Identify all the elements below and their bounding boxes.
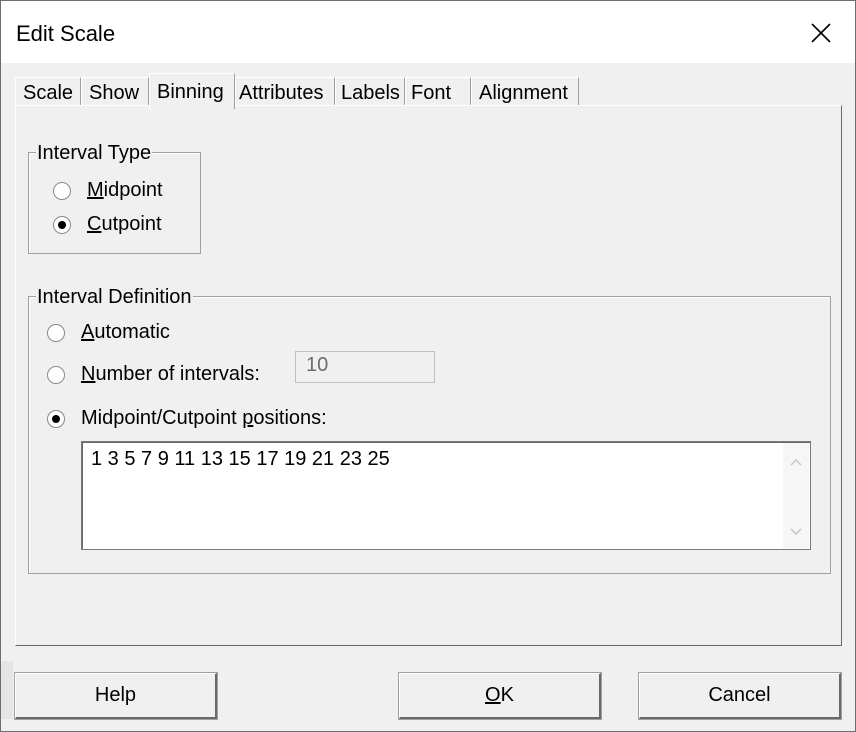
interval-definition-group: Interval Definition Automatic Number of … — [28, 285, 831, 574]
tab-show[interactable]: Show — [81, 77, 149, 107]
positions-textarea[interactable]: 1 3 5 7 9 11 13 15 17 19 21 23 25 — [81, 441, 811, 550]
interval-type-group: Interval Type Midpoint Cutpoint — [28, 141, 201, 254]
positions-radio[interactable]: Midpoint/Cutpoint positions: — [47, 407, 327, 430]
tab-label: Alignment — [479, 82, 568, 104]
ok-button[interactable]: OK — [398, 672, 602, 720]
window-edge — [1, 661, 13, 719]
automatic-radio[interactable]: Automatic — [47, 321, 170, 344]
tab-label: Font — [411, 82, 452, 104]
tab-attributes[interactable]: Attributes — [235, 77, 335, 107]
help-label: Help — [94, 684, 137, 706]
radio-circle[interactable] — [47, 365, 65, 384]
cancel-label: Cancel — [708, 684, 771, 706]
edit-scale-dialog: Edit Scale Scale Show Binning Attributes… — [0, 0, 856, 732]
midpoint-radio[interactable]: Midpoint — [53, 179, 163, 202]
dialog-title: Edit Scale — [16, 21, 116, 46]
radio-circle[interactable] — [53, 215, 71, 234]
positions-label: Midpoint/Cutpoint positions: — [81, 407, 327, 429]
interval-type-legend: Interval Type — [36, 141, 153, 165]
tab-scale[interactable]: Scale — [15, 77, 81, 107]
tab-binning[interactable]: Binning — [149, 73, 235, 109]
cancel-button[interactable]: Cancel — [638, 672, 842, 720]
number-of-intervals-radio[interactable]: Number of intervals: — [47, 363, 260, 386]
number-of-intervals-label: Number of intervals: — [81, 363, 260, 385]
positions-text: 1 3 5 7 9 11 13 15 17 19 21 23 25 — [91, 448, 390, 470]
binning-panel: Interval Type Midpoint Cutpoint Interval… — [15, 105, 842, 646]
number-of-intervals-value: 10 — [306, 354, 329, 376]
chevron-up-icon[interactable] — [789, 455, 803, 469]
interval-definition-legend: Interval Definition — [36, 285, 193, 309]
close-icon — [811, 23, 831, 43]
radio-circle[interactable] — [47, 323, 65, 342]
automatic-label: Automatic — [81, 321, 170, 343]
tab-label: Labels — [341, 82, 400, 104]
tab-label: Show — [89, 82, 140, 104]
midpoint-label: Midpoint — [87, 179, 163, 201]
help-button[interactable]: Help — [14, 672, 218, 720]
ok-label: OK — [485, 684, 514, 706]
tab-label: Attributes — [239, 82, 324, 104]
radio-circle[interactable] — [53, 181, 71, 200]
radio-circle[interactable] — [47, 409, 65, 428]
positions-scrollbar[interactable] — [783, 443, 809, 548]
close-button[interactable] — [801, 13, 841, 53]
cutpoint-label: Cutpoint — [87, 213, 162, 235]
tab-label: Scale — [23, 82, 74, 104]
cutpoint-radio[interactable]: Cutpoint — [53, 213, 162, 236]
chevron-down-icon[interactable] — [789, 525, 803, 539]
tab-labels[interactable]: Labels — [335, 77, 405, 107]
tab-label: Binning — [157, 81, 224, 103]
tab-alignment[interactable]: Alignment — [471, 77, 579, 107]
number-of-intervals-input[interactable]: 10 — [295, 351, 435, 383]
title-bar: Edit Scale — [1, 1, 855, 63]
tab-font[interactable]: Font — [405, 77, 471, 107]
